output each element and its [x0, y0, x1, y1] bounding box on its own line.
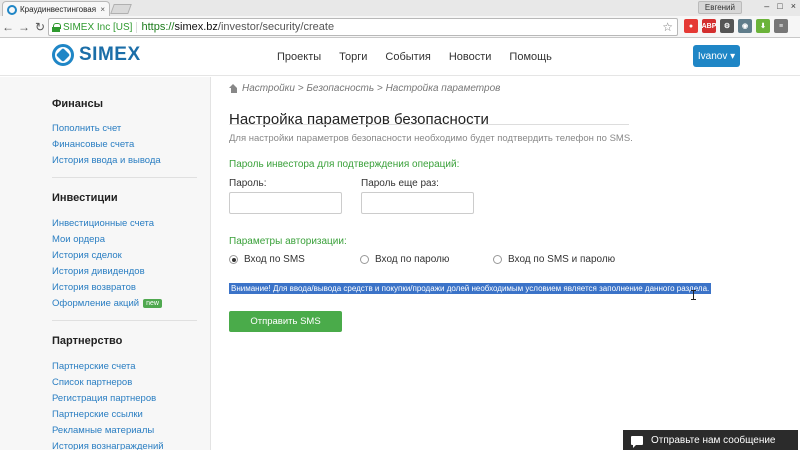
window-controls: – □ ×: [764, 1, 796, 11]
breadcrumb-separator: >: [294, 83, 307, 94]
chat-widget[interactable]: Отправьте нам сообщение: [623, 430, 798, 450]
password-label: Пароль:: [229, 178, 267, 189]
sidebar-item-reward-history[interactable]: История вознаграждений: [52, 441, 164, 450]
radio-label: Вход по SMS: [244, 254, 305, 265]
gear-icon[interactable]: ⚙: [720, 19, 734, 33]
eye-icon[interactable]: ◉: [738, 19, 752, 33]
browser-titlebar: Краудинвестинговая пла × Евгений – □ ×: [0, 0, 800, 17]
sidebar-item-ad-materials[interactable]: Рекламные материалы: [52, 425, 154, 436]
sidebar-divider: [52, 177, 197, 178]
radio-login-sms[interactable]: Вход по SMS: [229, 254, 305, 265]
sidebar-item-deposit[interactable]: Пополнить счет: [52, 123, 121, 134]
simex-logo[interactable]: SIMEX: [52, 44, 141, 66]
sidebar-item-partner-registration[interactable]: Регистрация партнеров: [52, 393, 156, 404]
minimize-icon[interactable]: –: [764, 1, 769, 11]
certificate-label[interactable]: SIMEX Inc [US]: [63, 21, 138, 33]
auth-params-heading: Параметры авторизации:: [229, 236, 347, 247]
stop-icon[interactable]: ●: [684, 19, 698, 33]
breadcrumb-separator: >: [374, 83, 386, 94]
back-icon[interactable]: ←: [0, 20, 16, 34]
sidebar-item-share-registration[interactable]: Оформление акций new: [52, 298, 162, 309]
nav-help[interactable]: Помощь: [509, 51, 552, 63]
sidebar-item-dividend-history[interactable]: История дивидендов: [52, 266, 145, 277]
sidebar-section-finance: Финансы: [52, 98, 104, 110]
sidebar-item-refund-history[interactable]: История возвратов: [52, 282, 136, 293]
nav-events[interactable]: События: [385, 51, 430, 63]
warning-text: Внимание! Для ввода/вывода средств и пок…: [229, 283, 712, 294]
profile-button[interactable]: Евгений: [697, 1, 742, 14]
url-host: simex.bz: [174, 21, 218, 33]
breadcrumb: Настройки > Безопасность > Настройка пар…: [229, 83, 500, 94]
sidebar-section-investments: Инвестиции: [52, 192, 118, 204]
nav-projects[interactable]: Проекты: [277, 51, 321, 63]
sidebar-item-investment-accounts[interactable]: Инвестиционные счета: [52, 218, 154, 229]
sidebar-item-io-history[interactable]: История ввода и вывода: [52, 155, 161, 166]
radio-label: Вход по SMS и паролю: [508, 254, 616, 265]
sidebar-item-financial-accounts[interactable]: Финансовые счета: [52, 139, 134, 150]
new-badge: new: [143, 299, 162, 308]
radio-checked-icon: [229, 255, 238, 264]
maximize-icon[interactable]: □: [777, 1, 782, 11]
simex-logo-icon: [52, 44, 74, 66]
sidebar-section-partnership: Партнерство: [52, 335, 123, 347]
download-icon[interactable]: ⬇: [756, 19, 770, 33]
sidebar-item-deal-history[interactable]: История сделок: [52, 250, 122, 261]
nav-trades[interactable]: Торги: [339, 51, 367, 63]
site-header: SIMEX Проекты Торги События Новости Помо…: [0, 38, 800, 76]
main-nav: Проекты Торги События Новости Помощь: [277, 51, 570, 63]
close-window-icon[interactable]: ×: [791, 1, 796, 11]
user-menu-button[interactable]: Ivanov ▾: [693, 45, 740, 67]
sidebar: Финансы Пополнить счет Финансовые счета …: [0, 77, 211, 450]
breadcrumb-current: Настройка параметров: [385, 83, 501, 94]
tab-title: Краудинвестинговая пла: [20, 5, 98, 14]
address-bar[interactable]: SIMEX Inc [US] https:// simex.bz /invest…: [48, 18, 678, 36]
sidebar-item-partner-accounts[interactable]: Партнерские счета: [52, 361, 136, 372]
sidebar-item-my-orders[interactable]: Мои ордера: [52, 234, 105, 245]
breadcrumb-item[interactable]: Безопасность: [306, 83, 374, 94]
extension-icons: ● ABP ⚙ ◉ ⬇ ≡: [684, 19, 788, 33]
home-icon[interactable]: [229, 84, 238, 93]
url-scheme: https://: [141, 21, 175, 33]
sidebar-item-partner-links[interactable]: Партнерские ссылки: [52, 409, 143, 420]
forward-icon[interactable]: →: [16, 20, 32, 34]
sidebar-item-label: Оформление акций: [52, 298, 140, 309]
radio-unchecked-icon: [493, 255, 502, 264]
send-sms-button[interactable]: Отправить SMS: [229, 311, 342, 332]
chat-label: Отправьте нам сообщение: [651, 434, 776, 446]
breadcrumb-item[interactable]: Настройки: [242, 83, 295, 94]
radio-login-sms-password[interactable]: Вход по SMS и паролю: [493, 254, 615, 265]
bookmark-star-icon[interactable]: ☆: [662, 20, 673, 34]
investor-password-heading: Пароль инвестора для подтверждения опера…: [229, 159, 460, 170]
password-repeat-input[interactable]: [361, 192, 474, 214]
new-tab-button[interactable]: [110, 4, 132, 14]
page-title: Настройка параметров безопасности: [229, 111, 489, 128]
url-path: /investor/security/create: [217, 21, 335, 33]
adblock-icon[interactable]: ABP: [702, 19, 716, 33]
password-input[interactable]: [229, 192, 342, 214]
sidebar-divider: [52, 320, 197, 321]
page-description: Для настройки параметров безопасности не…: [229, 133, 633, 144]
text-cursor-icon: [691, 290, 697, 300]
radio-unchecked-icon: [360, 255, 369, 264]
chat-bubble-icon: [631, 435, 643, 448]
logo-text: SIMEX: [79, 44, 141, 65]
menu-icon[interactable]: ≡: [774, 19, 788, 33]
tab-close-icon[interactable]: ×: [100, 5, 105, 14]
radio-login-password[interactable]: Вход по паролю: [360, 254, 449, 265]
nav-news[interactable]: Новости: [449, 51, 492, 63]
radio-label: Вход по паролю: [375, 254, 450, 265]
simex-favicon-icon: [7, 4, 17, 15]
title-divider: [229, 124, 629, 125]
browser-tab[interactable]: Краудинвестинговая пла ×: [2, 1, 110, 17]
sidebar-item-partner-list[interactable]: Список партнеров: [52, 377, 132, 388]
reload-icon[interactable]: ↻: [32, 20, 48, 34]
lock-icon: [52, 22, 61, 32]
password-repeat-label: Пароль еще раз:: [361, 178, 439, 189]
browser-toolbar: ← → ↻ SIMEX Inc [US] https:// simex.bz /…: [0, 16, 800, 38]
